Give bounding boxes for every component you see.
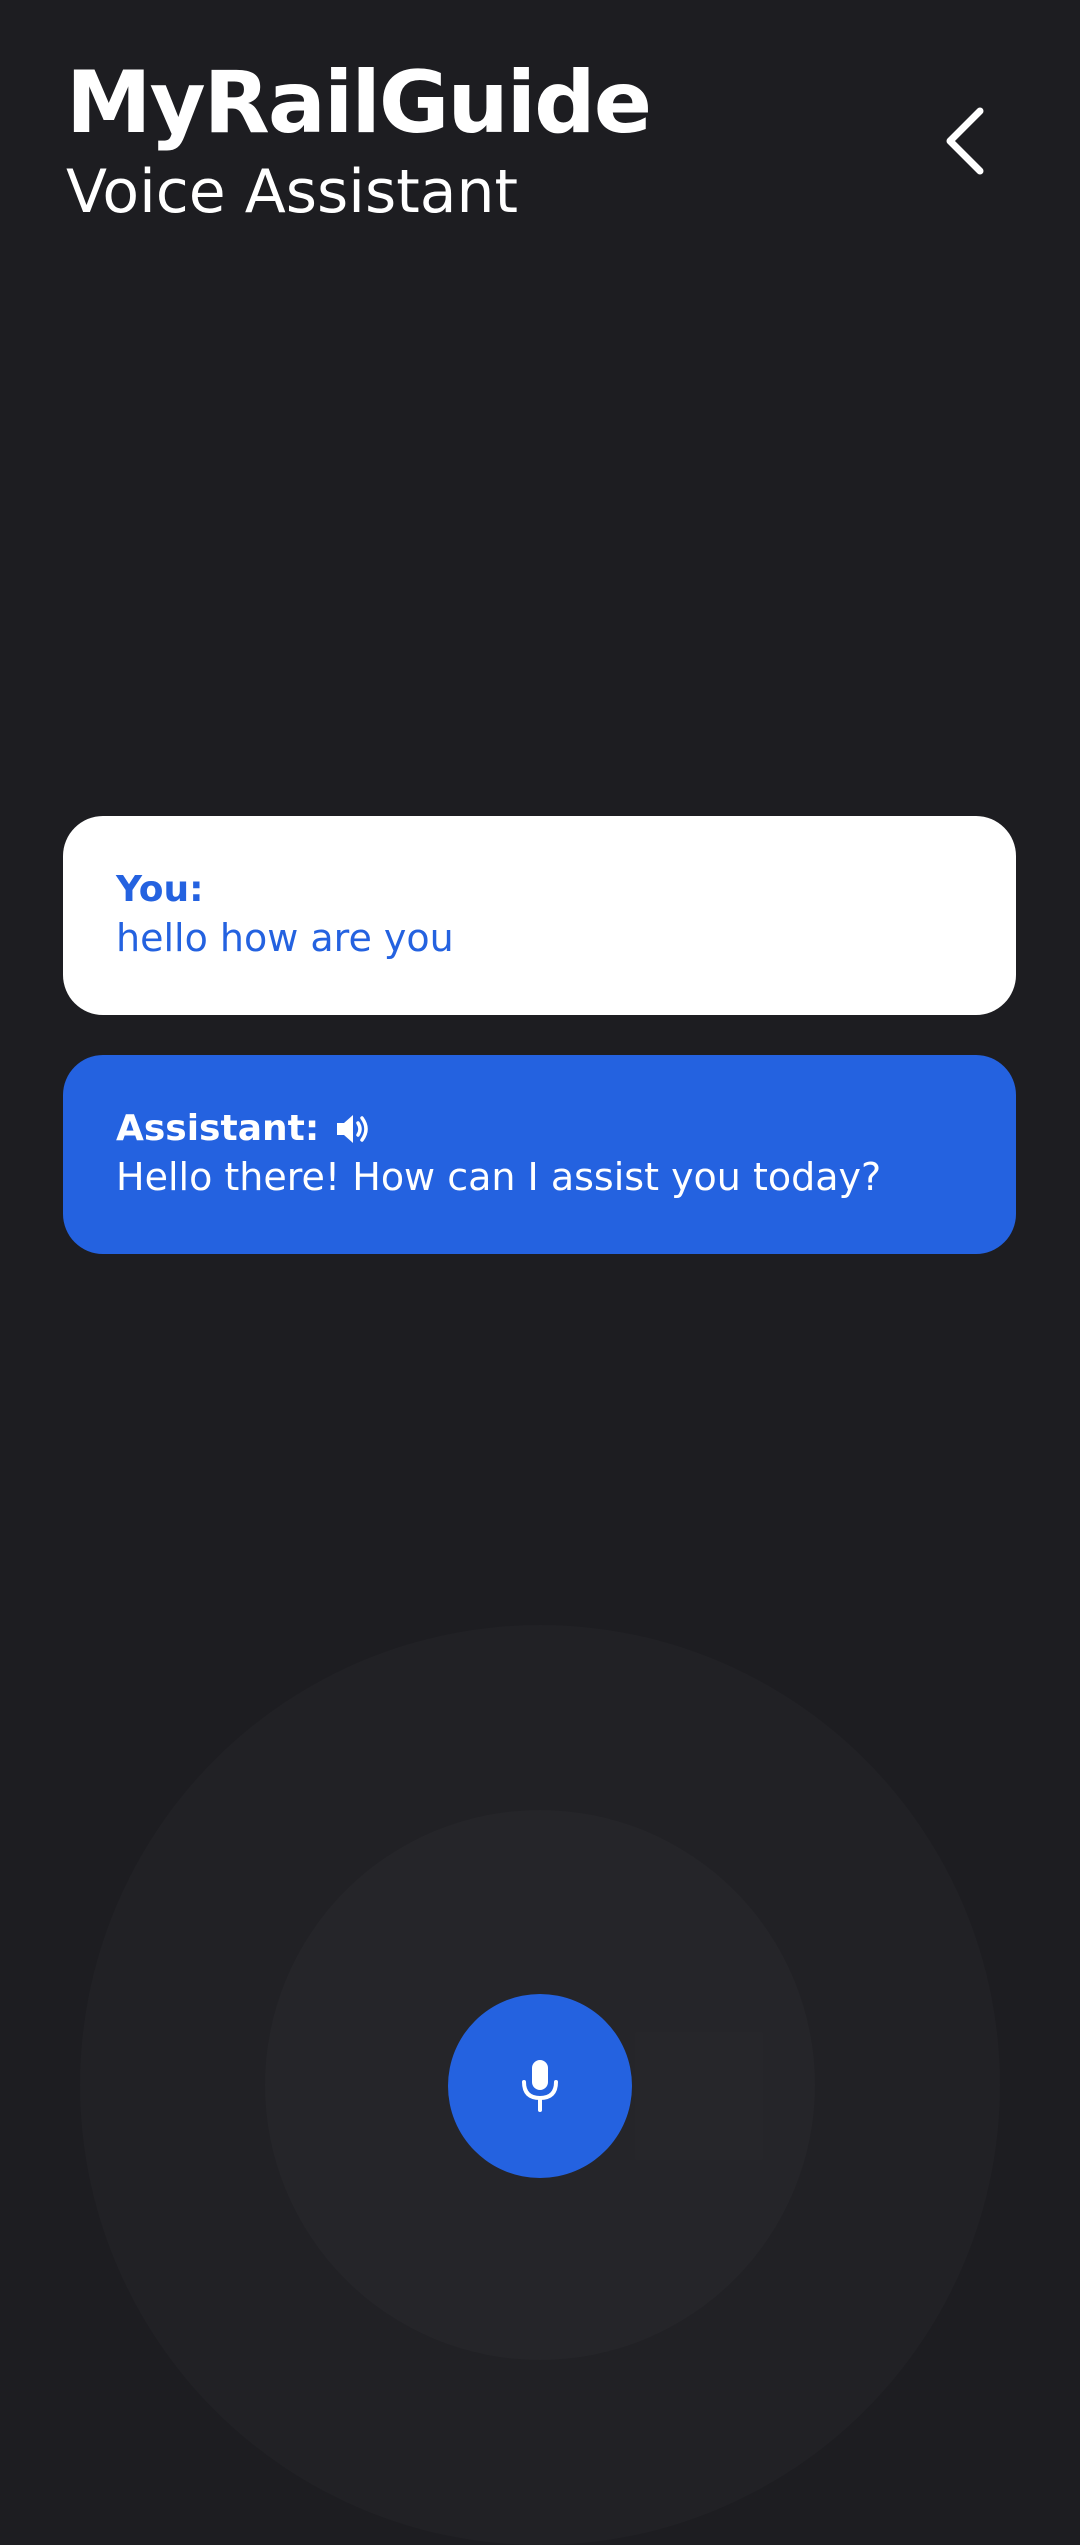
app-title: MyRailGuide: [66, 53, 652, 153]
user-speaker-label: You:: [116, 869, 204, 910]
assistant-speaker-label: Assistant:: [116, 1108, 320, 1149]
user-message-text: hello how are you: [116, 916, 454, 960]
chevron-left-icon: [946, 107, 984, 175]
user-message-bubble: You: hello how are you: [63, 816, 1016, 1015]
microphone-icon: [522, 2060, 558, 2112]
assistant-message-text: Hello there! How can I assist you today?: [116, 1155, 882, 1199]
assistant-speaker-row: Assistant:: [116, 1105, 964, 1153]
microphone-button[interactable]: [448, 1994, 632, 2178]
assistant-message-bubble: Assistant: Hello there! How can I assist…: [63, 1055, 1016, 1254]
speaker-icon[interactable]: [333, 1109, 373, 1149]
page-subtitle: Voice Assistant: [66, 157, 519, 227]
header: MyRailGuide Voice Assistant: [66, 48, 652, 232]
back-button[interactable]: [928, 96, 1000, 186]
